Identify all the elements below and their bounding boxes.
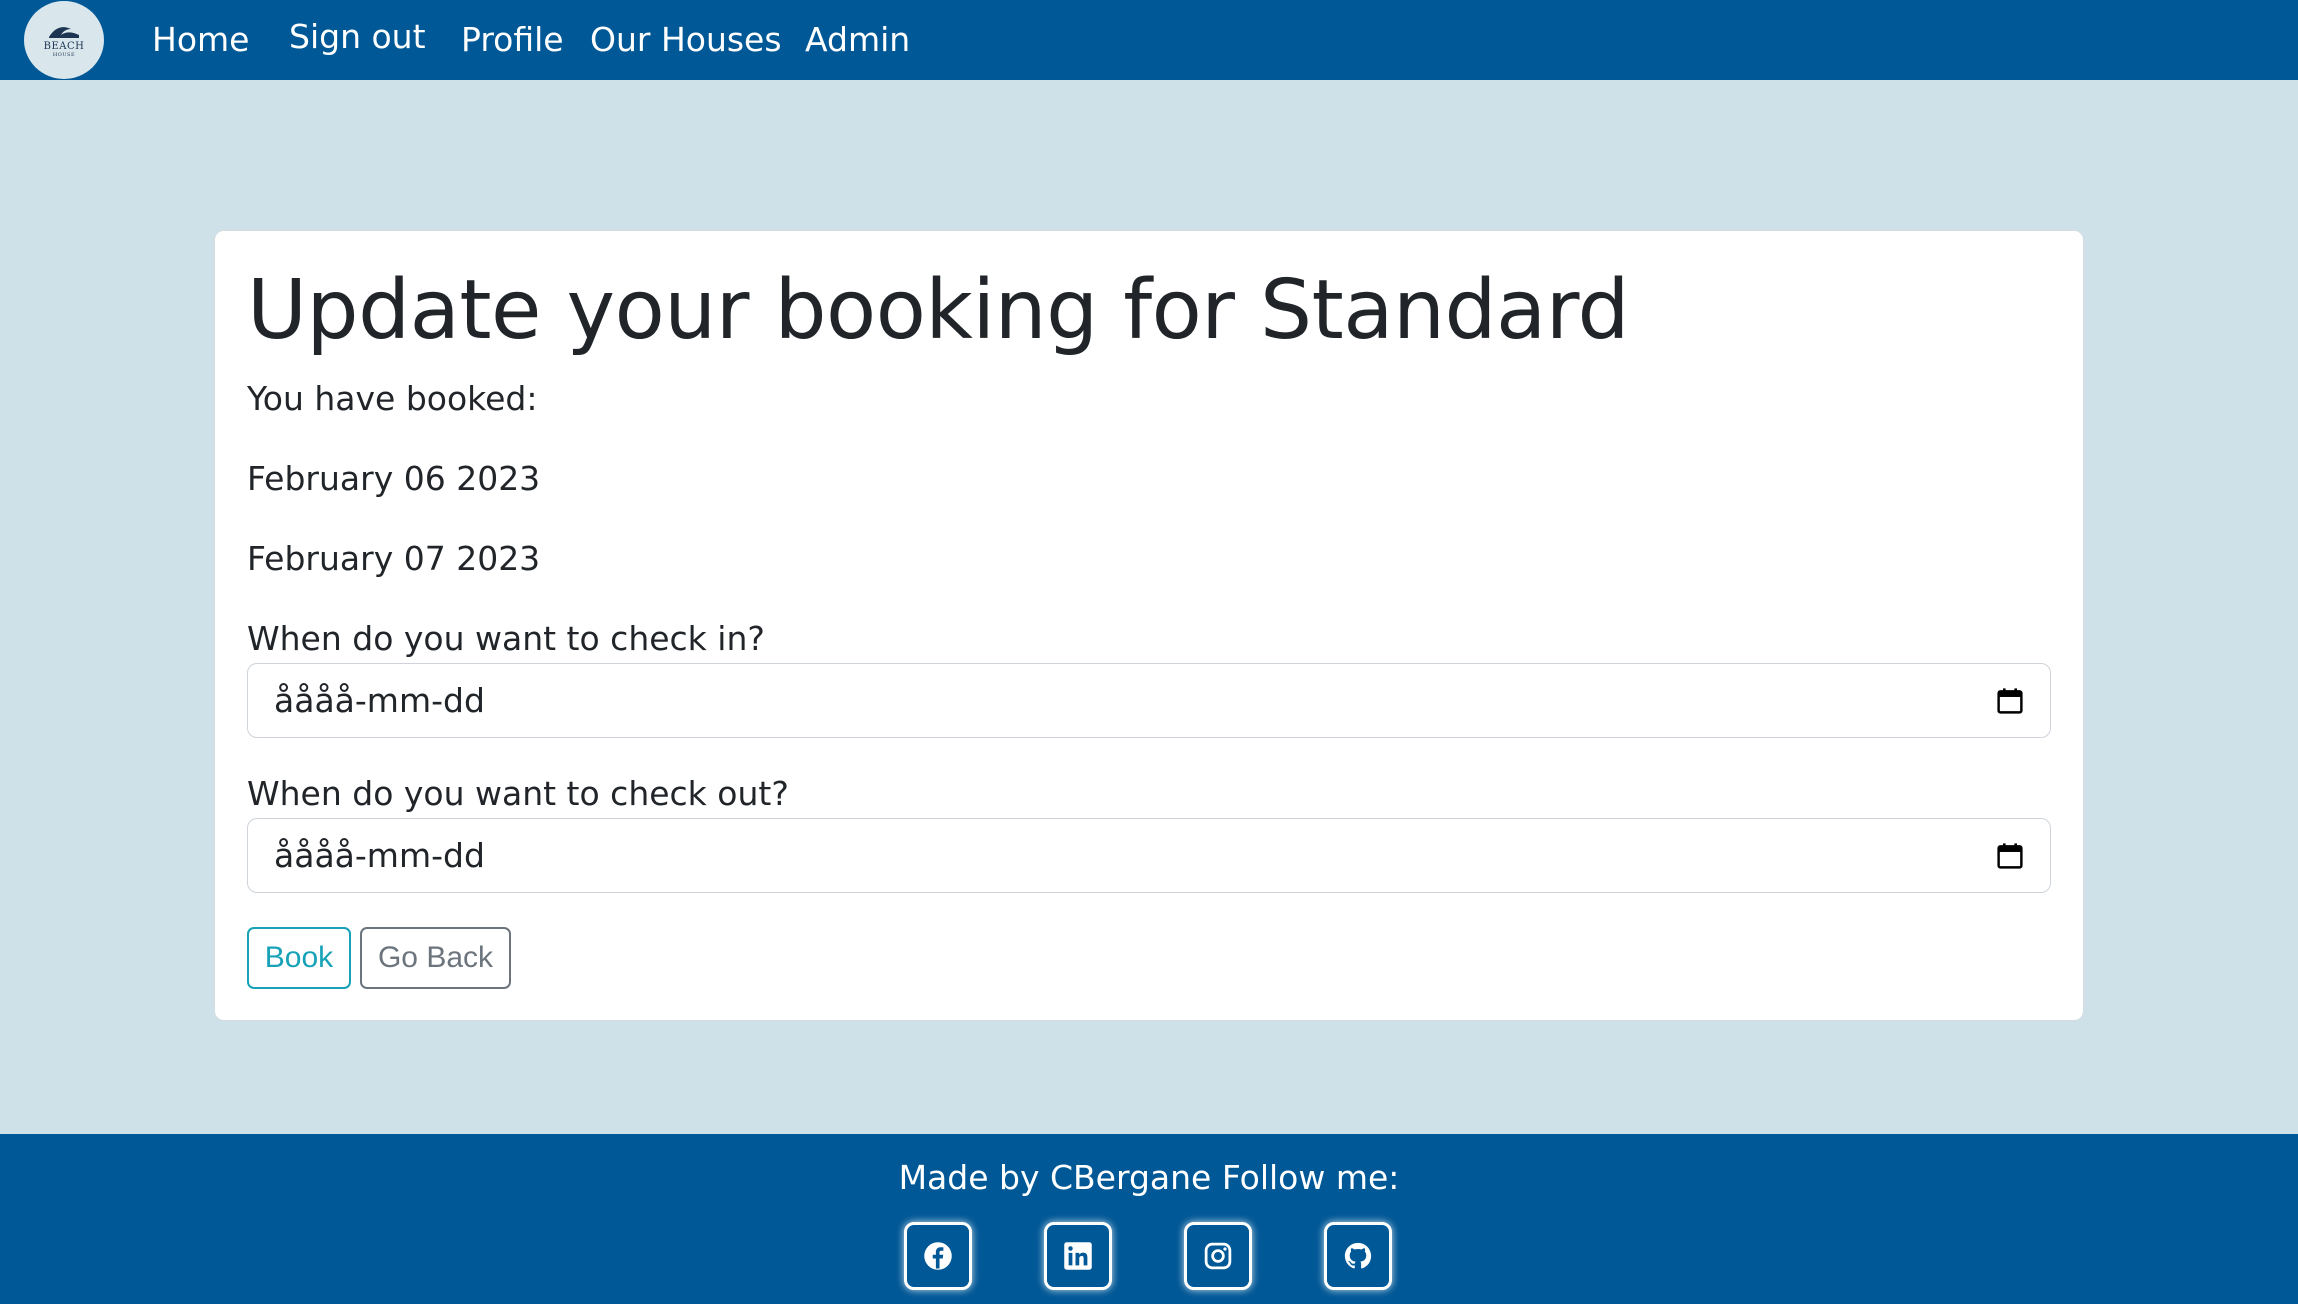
booking-card: Update your booking for Standard You hav… — [214, 230, 2084, 1021]
check-in-date-input[interactable]: åååå-mm-dd — [247, 663, 2051, 738]
github-icon — [1344, 1242, 1372, 1269]
nav-our-houses-link[interactable]: Our Houses — [590, 20, 782, 59]
booked-date-start: February 06 2023 — [247, 459, 541, 498]
go-back-button[interactable]: Go Back — [360, 927, 511, 989]
footer-text: Made by CBergane Follow me: — [898, 1158, 1400, 1197]
check-in-label: When do you want to check in? — [247, 619, 765, 658]
facebook-link[interactable] — [904, 1222, 972, 1290]
instagram-link[interactable] — [1184, 1222, 1252, 1290]
check-out-date-placeholder: åååå-mm-dd — [274, 836, 485, 875]
wave-icon — [49, 26, 79, 38]
facebook-icon — [924, 1242, 952, 1270]
beach-house-logo[interactable]: BEACH HOUSE — [24, 1, 104, 79]
linkedin-link[interactable] — [1044, 1222, 1112, 1290]
github-link[interactable] — [1324, 1222, 1392, 1290]
nav-home-link[interactable]: Home — [152, 20, 249, 59]
nav-profile-link[interactable]: Profile — [461, 20, 564, 59]
check-out-label: When do you want to check out? — [247, 774, 789, 813]
navbar: BEACH HOUSE Home Sign out Profile Our Ho… — [0, 0, 2298, 80]
booked-label: You have booked: — [247, 379, 538, 418]
calendar-icon[interactable] — [1996, 687, 2024, 715]
page-title: Update your booking for Standard — [247, 263, 1630, 358]
check-out-date-input[interactable]: åååå-mm-dd — [247, 818, 2051, 893]
book-button[interactable]: Book — [247, 927, 351, 989]
calendar-icon[interactable] — [1996, 842, 2024, 870]
logo-text: BEACH — [43, 40, 85, 52]
linkedin-icon — [1064, 1242, 1092, 1270]
nav-admin-link[interactable]: Admin — [805, 20, 910, 59]
instagram-icon — [1204, 1242, 1232, 1270]
footer: Made by CBergane Follow me: — [0, 1134, 2298, 1304]
logo-subtext: HOUSE — [52, 51, 76, 58]
booked-date-end: February 07 2023 — [247, 539, 541, 578]
check-in-date-placeholder: åååå-mm-dd — [274, 681, 485, 720]
nav-sign-out-link[interactable]: Sign out — [289, 17, 426, 56]
